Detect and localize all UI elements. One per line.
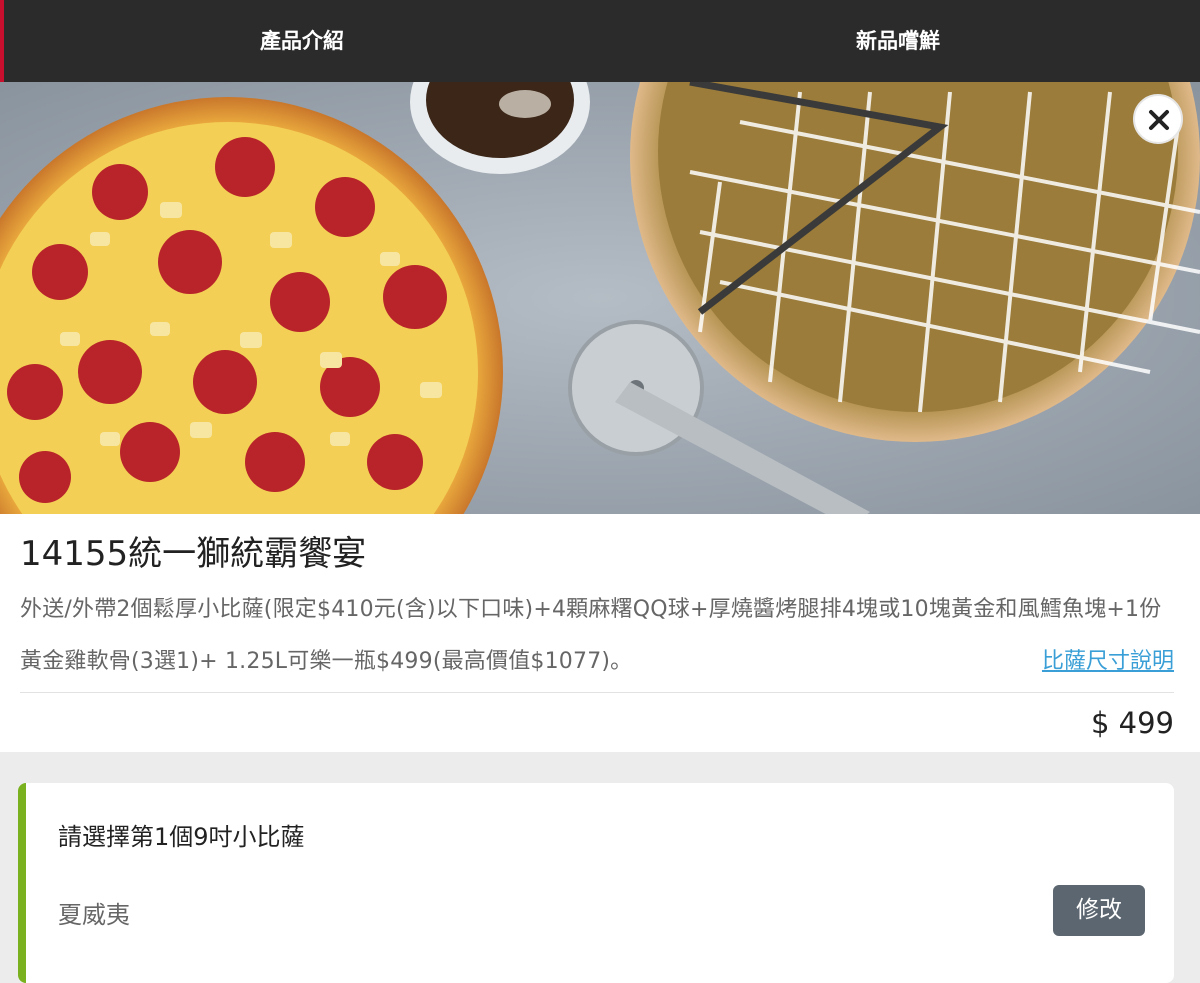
close-icon [1149, 110, 1169, 130]
top-nav: 產品介紹 新品嚐鮮 [0, 0, 1200, 82]
product-title: 14155統一獅統霸饗宴 [20, 534, 367, 574]
divider [20, 692, 1174, 693]
product-description: 外送/外帶2個鬆厚小比薩(限定$410元(含)以下口味)+4顆麻糬QQ球+厚燒醬… [20, 597, 1162, 674]
option-heading: 請選擇第1個9吋小比薩 [58, 823, 305, 851]
pizza-size-info-link[interactable]: 比薩尺寸說明 [1042, 636, 1174, 688]
pizza-option-card: 請選擇第1個9吋小比薩 夏威夷 修改 [18, 783, 1174, 983]
close-button[interactable] [1133, 94, 1183, 144]
selected-pizza-flavor: 夏威夷 [58, 901, 130, 929]
product-info: 14155統一獅統霸饗宴 外送/外帶2個鬆厚小比薩(限定$410元(含)以下口味… [0, 514, 1200, 752]
product-image [0, 82, 1200, 514]
tab-new-products[interactable]: 新品嚐鮮 [600, 0, 1196, 82]
product-price: $ 499 [1090, 706, 1174, 740]
tab-products[interactable]: 產品介紹 [4, 0, 600, 82]
modify-button[interactable]: 修改 [1053, 885, 1145, 936]
